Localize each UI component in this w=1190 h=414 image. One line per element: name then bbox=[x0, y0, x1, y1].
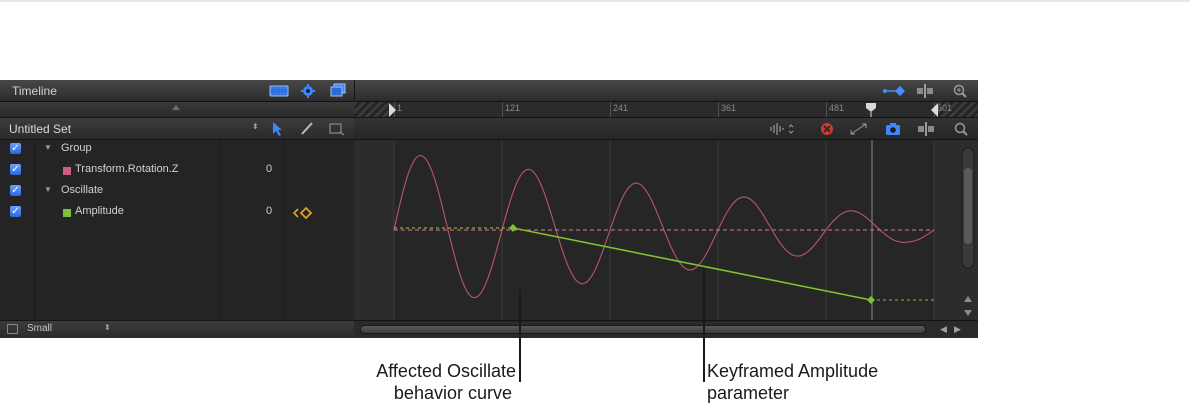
ruler-label: 481 bbox=[829, 103, 845, 113]
callout-oscillate: Affected Oscillate behavior curve bbox=[346, 360, 516, 404]
parameter-label: Oscillate bbox=[61, 184, 104, 196]
pointer-tool-icon[interactable] bbox=[270, 121, 284, 137]
horizontal-scrollbar[interactable]: ◀ ▶ bbox=[354, 320, 978, 338]
rotation-color-swatch bbox=[63, 167, 71, 175]
parameter-value[interactable]: 0 bbox=[266, 205, 272, 217]
ruler-label: 361 bbox=[721, 103, 737, 113]
timeline-header: Timeline bbox=[0, 80, 978, 102]
pen-tool-icon[interactable] bbox=[299, 121, 315, 137]
enable-checkbox[interactable]: ✓ bbox=[10, 185, 21, 196]
keyframe-point[interactable] bbox=[867, 296, 875, 304]
parameter-row-group[interactable]: ✓ ▼ Group bbox=[0, 140, 354, 161]
enable-checkbox[interactable]: ✓ bbox=[10, 143, 21, 154]
row-size-bar: Small ⬍ bbox=[0, 320, 354, 338]
list-collapse-bar[interactable] bbox=[0, 102, 354, 118]
ruler-major-tick bbox=[718, 102, 719, 117]
oscillate-behavior-curve[interactable] bbox=[393, 154, 935, 299]
parameter-list: ✓ ▼ Group ✓ Transform.Rotation.Z 0 ✓ ▼ O… bbox=[0, 140, 354, 320]
disclosure-triangle-icon[interactable]: ▼ bbox=[44, 185, 52, 194]
parameter-row-oscillate[interactable]: ✓ ▼ Oscillate bbox=[0, 182, 354, 203]
curve-zoom-icon[interactable] bbox=[952, 121, 970, 137]
callout-amplitude-line2: parameter bbox=[707, 383, 790, 403]
parameter-label: Transform.Rotation.Z bbox=[75, 163, 179, 175]
snapping-button[interactable] bbox=[914, 83, 936, 99]
keyframe-link-button[interactable] bbox=[880, 83, 906, 99]
snapping-icon bbox=[917, 84, 933, 98]
callout-amplitude-line1: Keyframed Amplitude bbox=[707, 361, 879, 381]
scroll-right-arrow-icon[interactable]: ▶ bbox=[954, 324, 961, 335]
row-size-stepper-icon[interactable]: ⬍ bbox=[104, 323, 111, 332]
gear-icon bbox=[301, 84, 315, 98]
pane-divider bbox=[354, 80, 355, 102]
keyframe-navigation-icon[interactable] bbox=[291, 206, 315, 220]
parameter-row-amplitude[interactable]: ✓ Amplitude 0 bbox=[0, 203, 354, 224]
set-stepper-icon[interactable]: ⬍ bbox=[252, 122, 259, 131]
row-size-label[interactable]: Small bbox=[27, 323, 52, 334]
film-strip-icon bbox=[269, 85, 289, 97]
magnifier-icon bbox=[953, 84, 967, 98]
parameter-label: Group bbox=[61, 142, 92, 154]
top-divider bbox=[0, 0, 1190, 2]
row-size-icon bbox=[7, 324, 18, 334]
playhead-icon[interactable] bbox=[864, 102, 878, 118]
enable-checkbox[interactable]: ✓ bbox=[10, 206, 21, 217]
disclosure-triangle-icon[interactable]: ▼ bbox=[44, 143, 52, 152]
set-toolbar: Untitled Set ⬍ bbox=[0, 118, 354, 140]
audio-waveform-icon[interactable] bbox=[768, 122, 798, 136]
keyframe-link-icon bbox=[883, 86, 905, 96]
horizontal-scroll-thumb[interactable] bbox=[360, 325, 926, 334]
parameter-row-rotation[interactable]: ✓ Transform.Rotation.Z 0 bbox=[0, 161, 354, 182]
timeline-title: Timeline bbox=[12, 84, 57, 98]
graph-out-of-range-left bbox=[354, 140, 394, 320]
ruler-out-of-range-left bbox=[354, 102, 388, 117]
timeline-window: Timeline 1 121 241 361 481 601 Untitled … bbox=[0, 80, 978, 338]
ruler-major-tick bbox=[502, 102, 503, 117]
amplitude-keyframe-curve[interactable] bbox=[512, 227, 872, 301]
parameter-value[interactable]: 0 bbox=[266, 163, 272, 175]
curve-toolbar bbox=[354, 118, 978, 140]
delete-curve-icon[interactable] bbox=[819, 121, 835, 137]
behaviors-button[interactable] bbox=[299, 83, 317, 99]
callout-oscillate-line2: behavior curve bbox=[393, 383, 512, 403]
layers-button[interactable] bbox=[328, 83, 348, 99]
parameter-set-name[interactable]: Untitled Set bbox=[9, 122, 71, 136]
snapshot-camera-icon[interactable] bbox=[884, 121, 902, 137]
parameter-label: Amplitude bbox=[75, 205, 124, 217]
film-strip-button[interactable] bbox=[268, 83, 290, 99]
layers-icon bbox=[330, 83, 346, 97]
box-select-tool-icon[interactable] bbox=[328, 121, 346, 137]
ruler-label: 241 bbox=[613, 103, 629, 113]
keyframe-point[interactable] bbox=[509, 224, 517, 232]
curve-canvas[interactable] bbox=[354, 140, 978, 320]
zoom-button[interactable] bbox=[950, 83, 970, 99]
ruler-label: 121 bbox=[505, 103, 521, 113]
ruler-major-tick bbox=[610, 102, 611, 117]
enable-checkbox[interactable]: ✓ bbox=[10, 164, 21, 175]
ruler-major-tick bbox=[826, 102, 827, 117]
callout-pointer-left bbox=[519, 290, 521, 382]
scroll-left-arrow-icon[interactable]: ◀ bbox=[940, 324, 947, 335]
vertical-scroll-thumb[interactable] bbox=[964, 168, 972, 244]
keyframe-graph[interactable] bbox=[354, 140, 978, 320]
callout-amplitude: Keyframed Amplitude parameter bbox=[707, 360, 878, 404]
fit-curve-icon[interactable] bbox=[848, 121, 870, 137]
curve-snapping-icon[interactable] bbox=[915, 121, 937, 137]
play-range-in-icon[interactable] bbox=[388, 102, 398, 118]
time-ruler[interactable]: 1 121 241 361 481 601 bbox=[354, 102, 978, 118]
play-range-out-icon[interactable] bbox=[930, 102, 940, 118]
callout-oscillate-line1: Affected Oscillate bbox=[376, 361, 516, 381]
collapse-arrow-icon[interactable] bbox=[172, 105, 180, 110]
callout-pointer-right bbox=[703, 268, 705, 382]
amplitude-color-swatch bbox=[63, 209, 71, 217]
